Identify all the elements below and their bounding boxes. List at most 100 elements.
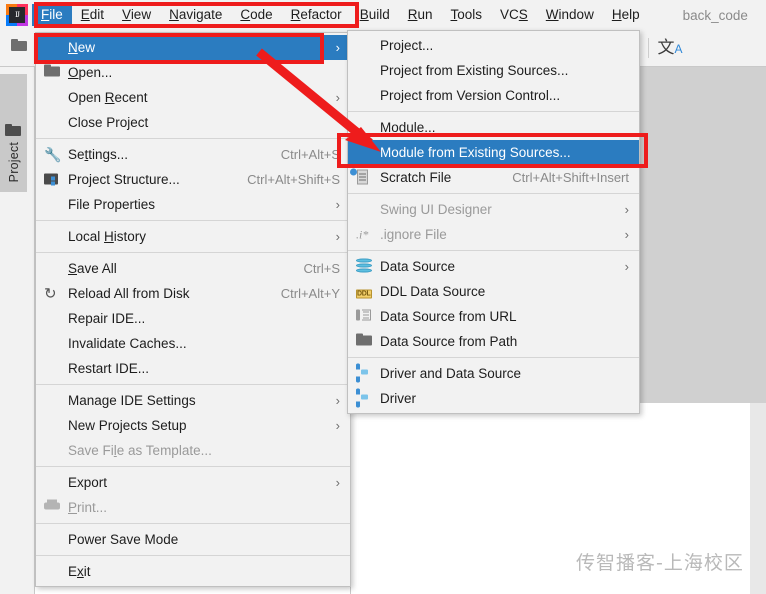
new-submenu-item-label: Driver and Data Source xyxy=(380,366,522,381)
chevron-right-icon: › xyxy=(335,475,340,490)
new-submenu-item-label: DDL Data Source xyxy=(380,284,486,299)
file-menu-item-repair-ide[interactable]: Repair IDE... xyxy=(36,306,350,331)
editor-scrollbar[interactable] xyxy=(750,403,766,594)
chevron-right-icon: › xyxy=(624,227,629,242)
chevron-right-icon: › xyxy=(335,40,340,55)
project-structure-icon xyxy=(44,171,61,188)
wrench-icon: 🔧 xyxy=(44,146,62,162)
new-submenu-item-label: Scratch File xyxy=(380,170,452,185)
editor-left-gutter xyxy=(28,66,35,594)
file-menu-item-restart-ide[interactable]: Restart IDE... xyxy=(36,356,350,381)
file-menu-item-exit[interactable]: Exit xyxy=(36,559,350,584)
file-menu-item-close-project[interactable]: Close Project xyxy=(36,110,350,135)
file-menu-item-label: Invalidate Caches... xyxy=(68,336,187,351)
file-menu-item-label: Save File as Template... xyxy=(68,443,212,458)
ide-window: Project 文A IJ File Edit View Navigate Code Re… xyxy=(0,0,766,594)
menubar-item-vcs[interactable]: VCS xyxy=(491,4,537,26)
menubar: File Edit View Navigate Code Refactor Build Run… xyxy=(32,0,649,30)
menubar-item-edit[interactable]: Edit xyxy=(72,4,113,26)
project-name-label: back_code xyxy=(682,7,748,23)
new-submenu-item-driver[interactable]: Driver xyxy=(348,386,639,411)
open-folder-icon[interactable] xyxy=(11,39,31,55)
menubar-item-build[interactable]: Build xyxy=(351,4,399,26)
new-submenu-item-project[interactable]: Project... xyxy=(348,33,639,58)
file-menu-item-label: Open... xyxy=(68,65,113,80)
new-submenu-item-label: Driver xyxy=(380,391,416,406)
file-menu-separator xyxy=(36,384,350,385)
file-menu-item-shortcut: Ctrl+S xyxy=(303,261,340,276)
file-menu-item-manage-ide-settings[interactable]: Manage IDE Settings › xyxy=(36,388,350,413)
file-menu-item-power-save-mode[interactable]: Power Save Mode xyxy=(36,527,350,552)
watermark: 传智播客-上海校区 xyxy=(576,552,744,574)
file-menu-item-label: Restart IDE... xyxy=(68,361,150,376)
menubar-item-file[interactable]: File xyxy=(32,4,72,26)
file-menu-item-print: Print... xyxy=(36,495,350,520)
menubar-item-refactor[interactable]: Refactor xyxy=(282,4,351,26)
file-menu-item-label: Manage IDE Settings xyxy=(68,393,196,408)
new-submenu-item-module-from-existing-sources[interactable]: Module from Existing Sources... xyxy=(348,140,639,165)
chevron-right-icon: › xyxy=(335,229,340,244)
driver-icon xyxy=(356,388,373,407)
file-menu-item-settings[interactable]: 🔧 Settings... Ctrl+Alt+S xyxy=(36,142,350,167)
new-submenu-item-project-from-version-control[interactable]: Project from Version Control... xyxy=(348,83,639,108)
file-menu-dropdown: New › Open... Open Recent › Close Project 🔧 Set… xyxy=(35,32,351,587)
sidebar-item-project[interactable]: Project xyxy=(0,74,27,192)
file-menu-item-label: Repair IDE... xyxy=(68,311,146,326)
new-submenu-item-module[interactable]: Module... xyxy=(348,115,639,140)
file-menu-item-label: New xyxy=(68,40,96,55)
new-submenu-item-driver-and-data-source[interactable]: Driver and Data Source xyxy=(348,361,639,386)
file-menu-item-open-recent[interactable]: Open Recent › xyxy=(36,85,350,110)
new-submenu-item-data-source[interactable]: Data Source › xyxy=(348,254,639,279)
new-submenu-item-data-source-from-url[interactable]: Data Source from URL xyxy=(348,304,639,329)
new-submenu-separator xyxy=(348,193,639,194)
reload-icon: ↻ xyxy=(44,285,57,302)
menubar-item-navigate[interactable]: Navigate xyxy=(160,4,231,26)
file-menu-item-new[interactable]: New › xyxy=(36,35,350,60)
new-submenu-dropdown: Project... Project from Existing Sources.… xyxy=(347,30,640,414)
file-menu-item-label: Settings... xyxy=(68,147,129,162)
new-submenu-separator xyxy=(348,111,639,112)
menubar-item-view[interactable]: View xyxy=(113,4,160,26)
new-submenu-item-label: Project from Existing Sources... xyxy=(380,63,569,78)
file-menu-item-label: File Properties xyxy=(68,197,156,212)
chevron-right-icon: › xyxy=(624,202,629,217)
project-tab-label: Project xyxy=(6,141,21,182)
new-submenu-item-label: Project... xyxy=(380,38,434,53)
scratch-file-icon xyxy=(350,168,373,186)
new-submenu-separator xyxy=(348,250,639,251)
chevron-right-icon: › xyxy=(335,197,340,212)
new-submenu-item-label: Module from Existing Sources... xyxy=(380,145,571,160)
folder-icon xyxy=(356,333,373,350)
intellij-logo-icon: IJ xyxy=(6,4,28,26)
url-icon xyxy=(356,308,373,325)
new-submenu-item-label: .ignore File xyxy=(380,227,447,242)
file-menu-item-file-properties[interactable]: File Properties › xyxy=(36,192,350,217)
file-menu-item-new-projects-setup[interactable]: New Projects Setup › xyxy=(36,413,350,438)
menubar-item-code[interactable]: Code xyxy=(231,4,281,26)
file-menu-item-shortcut: Ctrl+Alt+S xyxy=(280,147,340,162)
file-menu-item-save-file-as-template: Save File as Template... xyxy=(36,438,350,463)
new-submenu-item-project-from-existing-sources[interactable]: Project from Existing Sources... xyxy=(348,58,639,83)
new-submenu-item-ddl-data-source[interactable]: DDL DDL Data Source xyxy=(348,279,639,304)
toolbar-divider xyxy=(648,38,649,58)
new-submenu-item-label: Module... xyxy=(380,120,436,135)
chevron-right-icon: › xyxy=(335,418,340,433)
file-menu-item-open[interactable]: Open... xyxy=(36,60,350,85)
new-submenu-item-scratch-file[interactable]: Scratch File Ctrl+Alt+Shift+Insert xyxy=(348,165,639,190)
file-menu-item-reload-all-from-disk[interactable]: ↻ Reload All from Disk Ctrl+Alt+Y xyxy=(36,281,350,306)
file-menu-item-export[interactable]: Export › xyxy=(36,470,350,495)
file-menu-item-shortcut: Ctrl+Alt+Y xyxy=(280,286,340,301)
driver-icon xyxy=(356,363,373,382)
file-menu-item-invalidate-caches[interactable]: Invalidate Caches... xyxy=(36,331,350,356)
menubar-item-run[interactable]: Run xyxy=(399,4,442,26)
menubar-item-help[interactable]: Help xyxy=(603,4,649,26)
file-menu-item-local-history[interactable]: Local History › xyxy=(36,224,350,249)
new-submenu-item-data-source-from-path[interactable]: Data Source from Path xyxy=(348,329,639,354)
chevron-right-icon: › xyxy=(335,393,340,408)
file-menu-item-save-all[interactable]: Save All Ctrl+S xyxy=(36,256,350,281)
file-menu-item-project-structure[interactable]: Project Structure... Ctrl+Alt+Shift+S xyxy=(36,167,350,192)
menubar-item-tools[interactable]: Tools xyxy=(442,4,492,26)
ignore-file-icon: .i* xyxy=(356,227,369,241)
translate-icon[interactable]: 文A xyxy=(657,36,683,60)
menubar-item-window[interactable]: Window xyxy=(537,4,603,26)
